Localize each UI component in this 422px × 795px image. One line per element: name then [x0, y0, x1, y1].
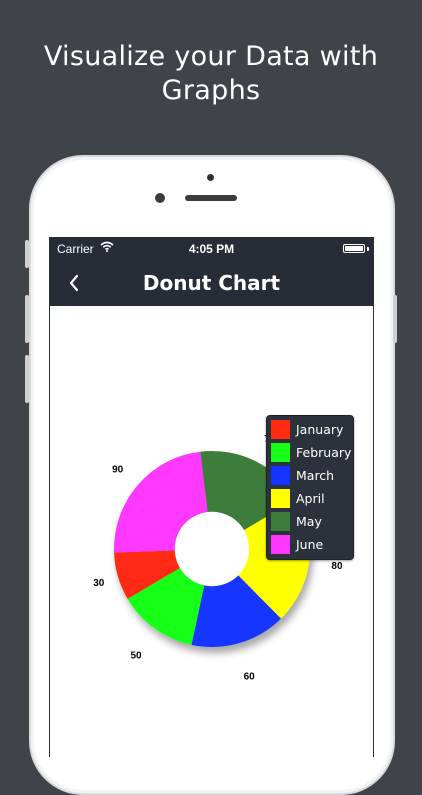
battery-icon	[343, 244, 365, 253]
legend-swatch	[271, 512, 290, 531]
legend-swatch	[271, 443, 290, 462]
front-camera	[155, 193, 165, 203]
legend-label: June	[296, 537, 324, 552]
legend-label: March	[296, 468, 335, 483]
legend-label: May	[296, 514, 322, 529]
mute-switch	[25, 240, 29, 268]
data-label-march: 60	[244, 672, 256, 683]
volume-down-button	[25, 355, 29, 403]
power-button	[393, 295, 397, 343]
donut-hole	[174, 511, 250, 587]
legend-label: April	[296, 491, 325, 506]
volume-up-button	[25, 295, 29, 343]
status-bar: Carrier 4:05 PM	[50, 237, 373, 260]
navigation-bar: Donut Chart	[50, 260, 373, 306]
chart-legend: January February March April May June	[266, 415, 354, 560]
data-label-february: 50	[130, 650, 142, 661]
app-screen: Carrier 4:05 PM Donut Chart 80 60 50 30 …	[49, 237, 374, 757]
status-time: 4:05 PM	[188, 242, 235, 256]
battery-tip	[367, 247, 369, 251]
legend-item: January	[271, 420, 351, 440]
earpiece-speaker	[185, 195, 237, 201]
legend-swatch	[271, 466, 290, 485]
legend-swatch	[271, 535, 290, 554]
legend-item: June	[271, 535, 351, 555]
legend-item: April	[271, 489, 351, 509]
legend-item: May	[271, 512, 351, 532]
legend-item: February	[271, 443, 351, 463]
legend-swatch	[271, 489, 290, 508]
legend-label: February	[296, 445, 352, 460]
promo-headline-line1: Visualize your Data with	[43, 41, 379, 72]
data-label-january: 30	[93, 578, 105, 589]
data-label-april: 80	[331, 561, 343, 572]
promo-headline: Visualize your Data with Graphs	[0, 40, 422, 108]
proximity-sensor	[207, 174, 214, 181]
promo-headline-line2: Graphs	[161, 75, 261, 106]
legend-item: March	[271, 466, 351, 486]
chart-area: 78060503090 January February March April	[50, 306, 373, 757]
legend-label: January	[296, 422, 344, 437]
page-title: Donut Chart	[142, 271, 281, 295]
legend-swatch	[271, 420, 290, 439]
data-label-june: 90	[112, 464, 124, 475]
